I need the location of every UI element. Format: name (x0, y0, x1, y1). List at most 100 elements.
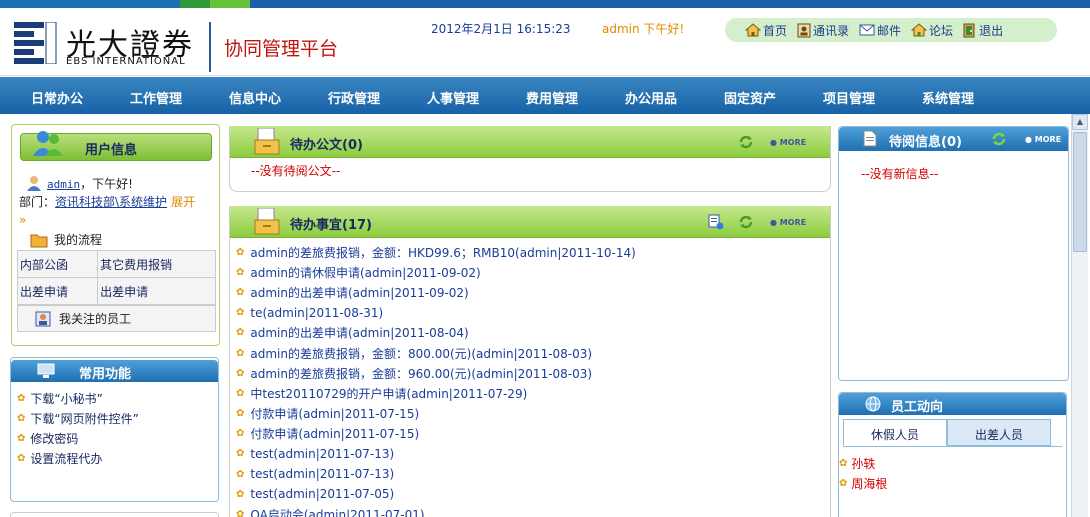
nav-item-expense[interactable]: 费用管理 (526, 88, 578, 107)
star-icon: ✿ (236, 428, 245, 440)
refresh-icon[interactable] (738, 214, 754, 230)
pending-docs-panel: 待办公文(0) ● MORE --没有待阅公文-- (229, 126, 831, 192)
common-functions-list: ✿ 下载“小秘书” ✿ 下载“网页附件控件” ✿ 修改密码 ✿ 设置流程代办 (17, 388, 139, 468)
no-pending-docs: --没有待阅公文-- (251, 164, 341, 178)
my-flow-link[interactable]: 我的流程 (30, 231, 102, 248)
quick-link-home[interactable]: 首页 (745, 22, 787, 39)
flow-cell[interactable]: 其它费用报销 (97, 250, 216, 278)
more-link[interactable]: ● MORE (1025, 135, 1061, 144)
star-icon: ✿ (839, 477, 848, 489)
nav-item-work-management[interactable]: 工作管理 (130, 88, 182, 107)
task-item[interactable]: ✿ test(admin|2011-07-13) (236, 444, 636, 464)
inbox-icon (254, 128, 280, 155)
refresh-icon[interactable] (991, 131, 1007, 147)
staff-tabs: 休假人员 出差人员 (843, 419, 1062, 447)
department-line: 部门：资讯科技部\系统维护 展开 (19, 193, 195, 210)
expand-arrows[interactable]: » (19, 213, 26, 227)
user-info-header: 用户信息 (20, 131, 212, 161)
quick-link-label: 退出 (979, 23, 1004, 38)
vertical-scrollbar[interactable]: ▲ (1071, 114, 1088, 517)
flow-table: 内部公函 其它费用报销 出差申请 出差申请 (16, 250, 216, 305)
task-item[interactable]: ✿ admin的差旅费报销，金额：HKD99.6；RMB10(admin|2011… (236, 242, 636, 262)
tab-on-leave[interactable]: 休假人员 (843, 419, 947, 446)
expand-link[interactable]: 展开 (171, 195, 195, 209)
task-config-icon[interactable] (708, 214, 724, 230)
star-icon: ✿ (236, 307, 245, 319)
quick-link-logout[interactable]: 退出 (963, 22, 1003, 39)
more-link[interactable]: ● MORE (770, 138, 806, 147)
star-icon: ✿ (236, 347, 245, 359)
header-greeting: admin 下午好! (602, 22, 685, 36)
nav-item-projects[interactable]: 项目管理 (823, 88, 875, 107)
nav-item-info-center[interactable]: 信息中心 (229, 88, 281, 107)
quick-link-forum[interactable]: 论坛 (911, 22, 953, 39)
common-functions-panel: 常用功能 ✿ 下载“小秘书” ✿ 下载“网页附件控件” ✿ 修改密码 ✿ 设置流程代办 (10, 357, 219, 502)
quick-link-contacts[interactable]: 通讯录 (797, 22, 849, 39)
home-icon (745, 23, 761, 37)
username-link[interactable]: admin (47, 178, 80, 191)
task-item[interactable]: ✿ OA启动会(admin|2011-07-01) (236, 504, 636, 517)
common-item-delegate[interactable]: ✿ 设置流程代办 (17, 448, 139, 468)
nav-item-office-supplies[interactable]: 办公用品 (625, 88, 677, 107)
star-icon: ✿ (236, 509, 245, 517)
staff-movement-panel: 员工动向 休假人员 出差人员 ✿ 孙轶 ✿ 周海根 (838, 392, 1067, 517)
nav-item-hr[interactable]: 人事管理 (427, 88, 479, 107)
logout-icon (963, 23, 975, 37)
task-item[interactable]: ✿ test(admin|2011-07-05) (236, 484, 636, 504)
common-item-download-control[interactable]: ✿ 下载“网页附件控件” (17, 408, 139, 428)
nav-item-system[interactable]: 系统管理 (922, 88, 974, 107)
more-link[interactable]: ● MORE (770, 218, 806, 227)
staff-item[interactable]: ✿ 孙轶 (839, 453, 887, 473)
star-icon: ✿ (236, 327, 245, 339)
document-icon (863, 130, 877, 147)
pending-tasks-title: 待办事宜(17) (290, 218, 372, 233)
users-icon (33, 131, 63, 156)
star-icon: ✿ (236, 367, 245, 379)
task-item[interactable]: ✿ admin的差旅费报销，金额：960.00(元)(admin|2011-08-… (236, 363, 636, 383)
more-label: MORE (779, 218, 807, 227)
monitor-icon (37, 363, 55, 378)
task-label: OA启动会(admin|2011-07-01) (250, 508, 425, 517)
task-item[interactable]: ✿ admin的请休假申请(admin|2011-09-02) (236, 262, 636, 282)
quick-link-label: 通讯录 (813, 23, 850, 38)
task-item[interactable]: ✿ 中test20110729的开户申请(admin|2011-07-29) (236, 383, 636, 403)
scroll-up-icon[interactable]: ▲ (1072, 114, 1088, 130)
common-item-download-assistant[interactable]: ✿ 下载“小秘书” (17, 388, 139, 408)
staff-item[interactable]: ✿ 周海根 (839, 473, 887, 493)
quick-link-mail[interactable]: 邮件 (859, 22, 901, 39)
scroll-thumb[interactable] (1073, 132, 1087, 252)
task-item[interactable]: ✿ admin的出差申请(admin|2011-09-02) (236, 282, 636, 302)
task-label: admin的请休假申请(admin|2011-09-02) (250, 265, 481, 280)
nav-item-fixed-assets[interactable]: 固定资产 (724, 88, 776, 107)
common-item-change-password[interactable]: ✿ 修改密码 (17, 428, 139, 448)
common-item-label: 修改密码 (30, 431, 79, 446)
top-color-stripe (0, 0, 1090, 8)
tab-on-business-trip[interactable]: 出差人员 (947, 419, 1051, 446)
task-item[interactable]: ✿ 付款申请(admin|2011-07-15) (236, 404, 636, 424)
contact-card-icon (35, 311, 51, 326)
inbox-icon (254, 208, 280, 235)
task-item[interactable]: ✿ 付款申请(admin|2011-07-15) (236, 424, 636, 444)
flow-cell[interactable]: 出差申请 (97, 277, 216, 305)
task-item[interactable]: ✿ admin的出差申请(admin|2011-08-04) (236, 323, 636, 343)
refresh-icon[interactable] (738, 134, 754, 150)
common-functions-header: 常用功能 (11, 360, 218, 382)
more-label: MORE (1034, 135, 1062, 144)
task-label: admin的差旅费报销，金额：960.00(元)(admin|2011-08-0… (250, 366, 593, 381)
nav-item-daily-office[interactable]: 日常办公 (31, 88, 83, 107)
task-item[interactable]: ✿ admin的差旅费报销，金额：800.00(元)(admin|2011-08-… (236, 343, 636, 363)
flow-cell[interactable]: 内部公函 (16, 250, 99, 278)
task-label: test(admin|2011-07-13) (250, 446, 395, 461)
common-item-label: 设置流程代办 (30, 451, 103, 466)
star-icon: ✿ (236, 387, 245, 399)
task-item[interactable]: ✿ te(admin|2011-08-31) (236, 303, 636, 323)
followed-employees-link[interactable]: 我关注的员工 (17, 305, 216, 332)
flow-cell[interactable]: 出差申请 (16, 277, 99, 305)
user-greeting: admin，下午好! (26, 175, 133, 192)
nav-item-administration[interactable]: 行政管理 (328, 88, 380, 107)
dept-label: 部门： (19, 195, 56, 209)
dept-link[interactable]: 资讯科技部\系统维护 (55, 195, 167, 209)
staff-list: ✿ 孙轶 ✿ 周海根 (839, 453, 887, 493)
star-icon: ✿ (236, 488, 245, 500)
task-item[interactable]: ✿ test(admin|2011-07-13) (236, 464, 636, 484)
